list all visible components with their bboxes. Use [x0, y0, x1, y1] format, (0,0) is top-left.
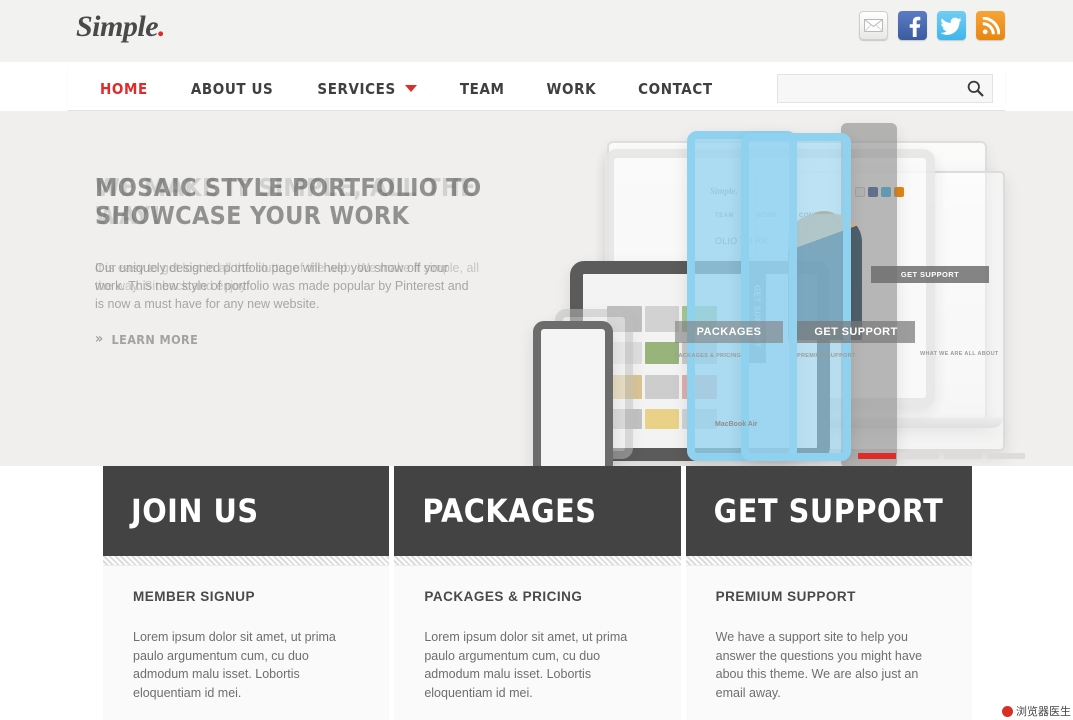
slider-dot-1[interactable]: [858, 453, 896, 459]
nav-item-label: WORK: [546, 79, 597, 98]
nav-item-label: SERVICES: [317, 79, 396, 98]
mockup-subhead-about: WHAT WE ARE ALL ABOUT: [920, 351, 999, 357]
feature-box-header[interactable]: JOIN US: [103, 466, 390, 556]
nav-item-label: HOME: [100, 79, 148, 98]
feature-box-body: PREMIUM SUPPORT We have a support site t…: [685, 566, 972, 720]
chevron-down-icon[interactable]: [404, 85, 417, 92]
feature-box-title: GET SUPPORT: [713, 492, 944, 530]
nav-item-list: HOME ABOUT US SERVICES TEAM WORK CONTACT: [68, 66, 713, 111]
feature-box-subtitle: PACKAGES & PRICING: [424, 589, 583, 604]
twitter-icon[interactable]: [937, 11, 966, 40]
striped-divider: [394, 556, 681, 566]
double-chevron-right-icon: »: [95, 331, 104, 347]
slider-dot-3[interactable]: [944, 453, 982, 459]
feature-box-join-us[interactable]: JOIN US MEMBER SIGNUP Lorem ipsum dolor …: [103, 466, 390, 720]
feature-box-text: We have a support site to help you answe…: [715, 630, 923, 700]
email-icon[interactable]: [859, 11, 888, 40]
feature-box-packages[interactable]: PACKAGES PACKAGES & PRICING Lorem ipsum …: [394, 466, 681, 720]
nav-item-label: CONTACT: [638, 79, 713, 98]
feature-box-text: Lorem ipsum dolor sit amet, ut prima pau…: [424, 630, 628, 700]
nav-item-about-us[interactable]: ABOUT US: [191, 80, 274, 98]
hero-slider[interactable]: WE MAKE IT SIMPLE, ALL THE WAY! MOSAIC S…: [0, 111, 1073, 466]
mockup-packages-bar: PACKAGES: [675, 321, 783, 343]
striped-divider: [103, 556, 390, 566]
nav-item-services[interactable]: SERVICES: [317, 79, 417, 98]
feature-box-subtitle: MEMBER SIGNUP: [133, 589, 256, 604]
striped-divider: [685, 556, 972, 566]
feature-box-body: MEMBER SIGNUP Lorem ipsum dolor sit amet…: [103, 566, 390, 720]
nav-item-work[interactable]: WORK: [547, 80, 597, 98]
mockup-subhead-support: PREMIUM SUPPORT: [797, 353, 856, 359]
watermark: 浏览器医生: [999, 701, 1073, 720]
logo-dot: .: [158, 10, 166, 43]
search-input[interactable]: [778, 75, 958, 102]
learn-more-button[interactable]: » LEARN MORE: [95, 331, 198, 347]
feature-box-get-support[interactable]: GET SUPPORT PREMIUM SUPPORT We have a su…: [685, 466, 972, 720]
feature-box-text: Lorem ipsum dolor sit amet, ut prima pau…: [133, 630, 336, 700]
header-bar: Simple.: [0, 0, 1073, 62]
site-logo[interactable]: Simple.: [76, 10, 166, 44]
social-links: [859, 11, 1005, 40]
facebook-icon[interactable]: [898, 11, 927, 40]
blue-tablet-device-2: [741, 133, 851, 461]
watermark-icon: [1002, 705, 1013, 717]
nav-item-contact[interactable]: CONTACT: [638, 80, 712, 98]
learn-more-label: LEARN MORE: [111, 331, 199, 347]
search-icon[interactable]: [967, 80, 984, 97]
mockup-caption: MacBook Air: [715, 421, 758, 428]
feature-box-header[interactable]: GET SUPPORT: [685, 466, 972, 556]
main-navigation: HOME ABOUT US SERVICES TEAM WORK CONTACT: [68, 66, 1005, 111]
phone-device: [533, 321, 613, 466]
slider-pagination: [858, 453, 1025, 459]
feature-box-title: JOIN US: [131, 492, 259, 530]
slider-dot-2[interactable]: [901, 453, 939, 459]
watermark-text: 浏览器医生: [1016, 705, 1071, 718]
nav-item-home[interactable]: HOME: [100, 80, 148, 98]
page-root: Simple. HOME ABOUT US SERVICES TEAM WORK…: [0, 0, 1073, 720]
logo-text: Simple: [76, 10, 159, 43]
feature-box-subtitle: PREMIUM SUPPORT: [715, 589, 856, 604]
feature-box-body: PACKAGES & PRICING Lorem ipsum dolor sit…: [394, 566, 681, 720]
rss-icon[interactable]: [976, 11, 1005, 40]
mockup-get-support-button: GET SUPPORT: [871, 266, 989, 283]
feature-box-row: JOIN US MEMBER SIGNUP Lorem ipsum dolor …: [103, 466, 972, 720]
feature-box-header[interactable]: PACKAGES: [394, 466, 681, 556]
slider-dot-4[interactable]: [987, 453, 1025, 459]
mockup-get-support-bar: GET SUPPORT: [797, 321, 915, 343]
nav-item-team[interactable]: TEAM: [460, 80, 505, 98]
search-box[interactable]: [777, 74, 993, 103]
device-mockup-illustration: Simple. TEAM WORK CONTACT OLIO TO RK: [515, 121, 1025, 466]
slide-body: Our uniquely designed portfolio page wil…: [95, 261, 469, 311]
nav-item-label: TEAM: [459, 79, 505, 98]
slide-headline: MOSAIC STYLE PORTFOLIO TO SHOWCASE YOUR …: [95, 173, 482, 230]
mockup-subhead-packages: PACKAGES & PRICING: [675, 353, 742, 359]
feature-box-title: PACKAGES: [422, 492, 597, 530]
nav-item-label: ABOUT US: [190, 79, 274, 98]
